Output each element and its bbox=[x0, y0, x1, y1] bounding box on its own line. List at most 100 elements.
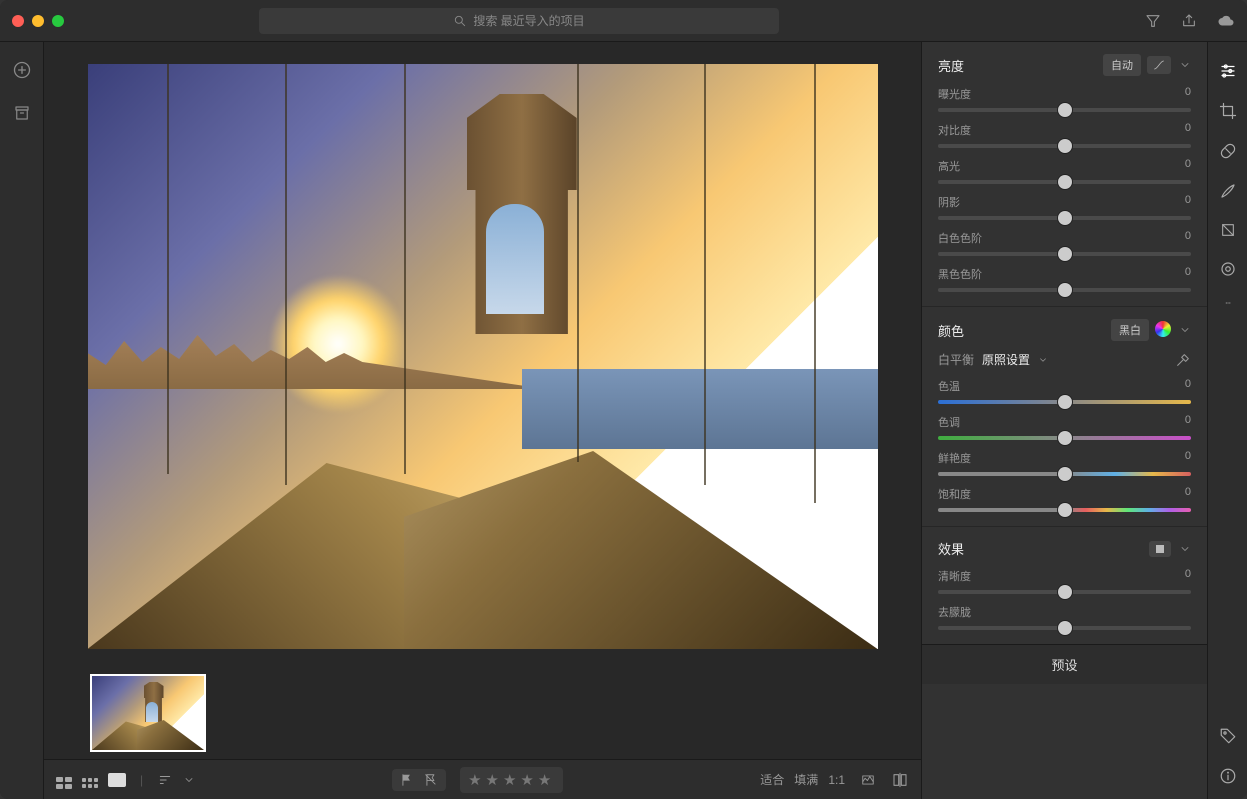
slider-value: 0 bbox=[1185, 230, 1191, 246]
view-photogrid-button[interactable] bbox=[56, 771, 72, 789]
effects-title: 效果 bbox=[938, 539, 964, 558]
slider-track[interactable] bbox=[938, 144, 1191, 148]
auto-button[interactable]: 自动 bbox=[1103, 54, 1141, 76]
slider-track[interactable] bbox=[938, 252, 1191, 256]
wb-value[interactable]: 原照设置 bbox=[982, 351, 1030, 368]
brush-icon[interactable] bbox=[1219, 182, 1237, 200]
slider-对比度[interactable]: 对比度0 bbox=[938, 122, 1191, 148]
flag-pick-icon[interactable] bbox=[400, 773, 414, 787]
tone-curve-button[interactable] bbox=[1147, 56, 1171, 74]
slider-高光[interactable]: 高光0 bbox=[938, 158, 1191, 184]
slider-track[interactable] bbox=[938, 590, 1191, 594]
zoom-fill-button[interactable]: 填满 bbox=[794, 771, 818, 788]
tag-icon[interactable] bbox=[1219, 727, 1237, 745]
minimize-button[interactable] bbox=[32, 15, 44, 27]
effects-toggle[interactable] bbox=[1149, 541, 1171, 557]
light-title: 亮度 bbox=[938, 56, 964, 75]
slider-阴影[interactable]: 阴影0 bbox=[938, 194, 1191, 220]
view-squaregrid-button[interactable] bbox=[82, 771, 98, 788]
divider: | bbox=[140, 773, 143, 787]
main-body: | ★★★★★ 适合 填满 1:1 bbox=[0, 42, 1247, 799]
crop-icon[interactable] bbox=[1219, 102, 1237, 120]
cloud-icon[interactable] bbox=[1217, 12, 1235, 30]
canvas[interactable] bbox=[44, 42, 921, 667]
slider-knob[interactable] bbox=[1058, 431, 1072, 445]
filter-icon[interactable] bbox=[1145, 13, 1161, 29]
add-button[interactable] bbox=[12, 60, 32, 80]
slider-knob[interactable] bbox=[1058, 585, 1072, 599]
chevron-down-icon[interactable] bbox=[1179, 543, 1191, 555]
slider-knob[interactable] bbox=[1058, 139, 1072, 153]
slider-label: 饱和度 bbox=[938, 486, 971, 502]
slider-knob[interactable] bbox=[1058, 247, 1072, 261]
chevron-down-icon[interactable] bbox=[1179, 324, 1191, 336]
slider-knob[interactable] bbox=[1058, 467, 1072, 481]
slider-value: 0 bbox=[1185, 486, 1191, 502]
slider-track[interactable] bbox=[938, 400, 1191, 404]
slider-色调[interactable]: 色调0 bbox=[938, 414, 1191, 440]
slider-knob[interactable] bbox=[1058, 621, 1072, 635]
app-window: 搜索 最近导入的项目 bbox=[0, 0, 1247, 799]
slider-track[interactable] bbox=[938, 472, 1191, 476]
archive-icon[interactable] bbox=[13, 104, 31, 122]
slider-白色色阶[interactable]: 白色色阶0 bbox=[938, 230, 1191, 256]
slider-knob[interactable] bbox=[1058, 503, 1072, 517]
slider-knob[interactable] bbox=[1058, 211, 1072, 225]
close-button[interactable] bbox=[12, 15, 24, 27]
linear-gradient-icon[interactable] bbox=[1220, 222, 1236, 238]
view-single-button[interactable] bbox=[108, 773, 126, 787]
edit-sliders-icon[interactable] bbox=[1219, 62, 1237, 80]
chevron-down-icon[interactable] bbox=[183, 774, 195, 786]
maximize-button[interactable] bbox=[52, 15, 64, 27]
light-section: 亮度 自动 曝光度0对比度0高光0阴影0白色色阶0黑色色阶0 bbox=[922, 42, 1207, 307]
slider-track[interactable] bbox=[938, 180, 1191, 184]
slider-track[interactable] bbox=[938, 626, 1191, 630]
slider-色温[interactable]: 色温0 bbox=[938, 378, 1191, 404]
radial-gradient-icon[interactable] bbox=[1219, 260, 1237, 278]
slider-去朦胧[interactable]: 去朦胧 bbox=[938, 604, 1191, 630]
thumbnail[interactable] bbox=[90, 674, 206, 752]
slider-track[interactable] bbox=[938, 108, 1191, 112]
slider-track[interactable] bbox=[938, 436, 1191, 440]
slider-清晰度[interactable]: 清晰度0 bbox=[938, 568, 1191, 594]
slider-黑色色阶[interactable]: 黑色色阶0 bbox=[938, 266, 1191, 292]
chevron-down-icon[interactable] bbox=[1038, 355, 1048, 365]
right-tool-rail bbox=[1207, 42, 1247, 799]
slider-label: 高光 bbox=[938, 158, 960, 174]
presets-button[interactable]: 预设 bbox=[922, 644, 1207, 684]
sort-icon[interactable] bbox=[157, 773, 173, 787]
slider-label: 清晰度 bbox=[938, 568, 971, 584]
slider-track[interactable] bbox=[938, 288, 1191, 292]
histogram-icon[interactable] bbox=[859, 773, 877, 787]
slider-knob[interactable] bbox=[1058, 283, 1072, 297]
slider-label: 曝光度 bbox=[938, 86, 971, 102]
slider-鲜艳度[interactable]: 鲜艳度0 bbox=[938, 450, 1191, 476]
bw-button[interactable]: 黑白 bbox=[1111, 319, 1149, 341]
eyedropper-icon[interactable] bbox=[1175, 352, 1191, 368]
slider-track[interactable] bbox=[938, 216, 1191, 220]
compare-icon[interactable] bbox=[891, 772, 909, 788]
healing-icon[interactable] bbox=[1219, 142, 1237, 160]
filmstrip[interactable] bbox=[44, 667, 921, 759]
slider-track[interactable] bbox=[938, 508, 1191, 512]
slider-knob[interactable] bbox=[1058, 103, 1072, 117]
flag-group[interactable] bbox=[392, 769, 446, 791]
color-mixer-button[interactable] bbox=[1155, 321, 1171, 340]
slider-曝光度[interactable]: 曝光度0 bbox=[938, 86, 1191, 112]
zoom-1to1-button[interactable]: 1:1 bbox=[828, 773, 845, 787]
slider-value: 0 bbox=[1185, 378, 1191, 394]
slider-饱和度[interactable]: 饱和度 0 bbox=[938, 486, 1191, 512]
rating-stars[interactable]: ★★★★★ bbox=[460, 767, 563, 793]
flag-reject-icon[interactable] bbox=[424, 773, 438, 787]
slider-knob[interactable] bbox=[1058, 175, 1072, 189]
slider-knob[interactable] bbox=[1058, 395, 1072, 409]
centre-area: | ★★★★★ 适合 填满 1:1 bbox=[44, 42, 921, 799]
chevron-down-icon[interactable] bbox=[1179, 59, 1191, 71]
info-icon[interactable] bbox=[1219, 767, 1237, 785]
zoom-fit-button[interactable]: 适合 bbox=[760, 771, 784, 788]
search-input[interactable]: 搜索 最近导入的项目 bbox=[259, 8, 779, 34]
share-icon[interactable] bbox=[1181, 13, 1197, 29]
more-icon[interactable] bbox=[1219, 300, 1237, 306]
wb-label: 白平衡 bbox=[938, 351, 974, 368]
slider-value: 0 bbox=[1185, 414, 1191, 430]
